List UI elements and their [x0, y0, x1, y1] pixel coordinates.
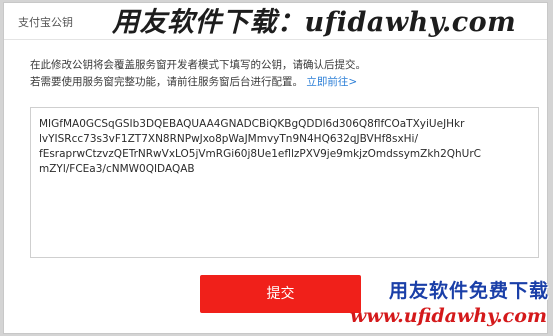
watermark-logo: 用友软件免费下载 www.ufidawhy.com [345, 276, 549, 334]
watermark-logo-cn-text: 用友软件免费下载 [388, 280, 549, 302]
description-line-2: 若需要使用服务窗完整功能，请前往服务窗后台进行配置。 立即前往> [30, 74, 357, 89]
watermark-logo-url-text: www.ufidawhy.com [350, 305, 547, 327]
description-line-2-text: 若需要使用服务窗完整功能，请前往服务窗后台进行配置。 [30, 76, 303, 88]
public-key-line: fEsraprwCtzvzQETrNRwVxLO5jVmRGi60j8Ue1ef… [39, 148, 481, 160]
go-now-link[interactable]: 立即前往> [306, 76, 357, 88]
public-key-textarea[interactable]: MIGfMA0GCSqGSIb3DQEBAQUAA4GNADCBiQKBgQDD… [30, 107, 539, 258]
public-key-line: mZYl/FCEa3/cNMW0QIDAQAB [39, 163, 195, 175]
public-key-line: lvYISRcc73s3vF1ZT7XN8RNPwJxo8pWaJMmvyTn9… [39, 133, 419, 145]
public-key-text: MIGfMA0GCSqGSIb3DQEBAQUAA4GNADCBiQKBgQDD… [39, 117, 534, 177]
dialog-title: 支付宝公钥 [18, 16, 73, 29]
submit-button[interactable]: 提交 [200, 275, 361, 313]
public-key-line: MIGfMA0GCSqGSIb3DQEBAQUAA4GNADCBiQKBgQDD… [39, 118, 465, 130]
description-line-1: 在此修改公钥将会覆盖服务窗开发者模式下填写的公钥，请确认后提交。 [30, 59, 366, 71]
watermark-text: 用友软件下载：ufidawhy.com [112, 7, 517, 38]
